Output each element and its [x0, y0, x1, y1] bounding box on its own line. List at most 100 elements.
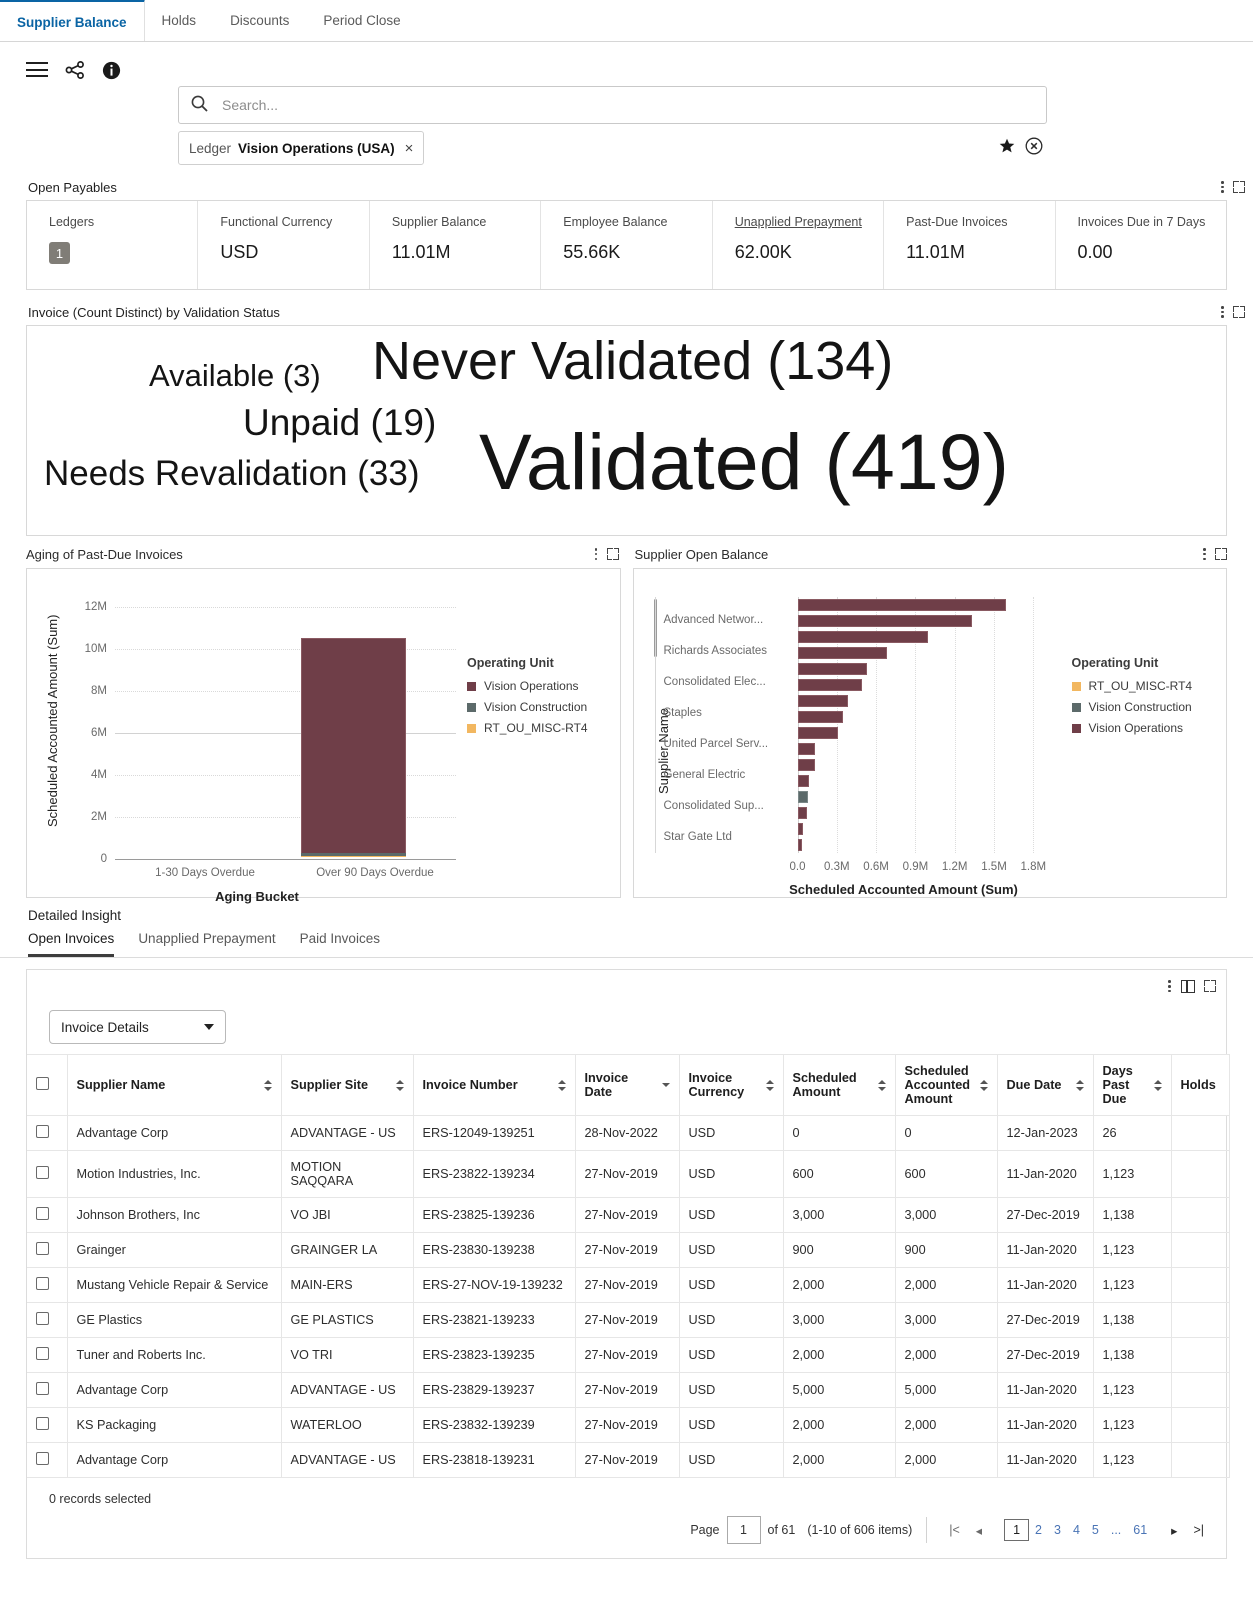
row-checkbox[interactable]	[36, 1417, 49, 1431]
word-unpaid[interactable]: Unpaid (19)	[243, 404, 436, 441]
more-options-icon[interactable]	[1221, 304, 1225, 320]
tab-open-invoices[interactable]: Open Invoices	[28, 931, 115, 958]
cell-scheduled-amount[interactable]: 0	[783, 1115, 896, 1152]
cell-supplier-site[interactable]: ADVANTAGE - US	[281, 1115, 414, 1152]
more-options-icon[interactable]	[1221, 179, 1225, 195]
word-needs-revalidation[interactable]: Needs Revalidation (33)	[44, 456, 419, 491]
table-row[interactable]: Tuner and Roberts Inc. VO TRI ERS-23823-…	[27, 1337, 1230, 1374]
split-view-icon[interactable]	[1181, 979, 1195, 993]
last-page-icon[interactable]: >|	[1185, 1523, 1212, 1537]
sort-icon[interactable]	[979, 1080, 988, 1091]
hbar-3[interactable]	[797, 631, 928, 644]
hbar-7[interactable]	[797, 695, 848, 708]
cell-supplier-name[interactable]: Motion Industries, Inc.	[67, 1150, 282, 1199]
header-invoice-number[interactable]: Invoice Number	[413, 1054, 576, 1117]
cell-invoice-currency[interactable]: USD	[679, 1302, 784, 1339]
row-checkbox[interactable]	[36, 1166, 49, 1180]
cell-supplier-name[interactable]: Johnson Brothers, Inc	[67, 1197, 282, 1234]
row-checkbox[interactable]	[36, 1125, 49, 1139]
tab-holds[interactable]: Holds	[145, 0, 214, 41]
header-days-past-due[interactable]: Days Past Due	[1093, 1054, 1172, 1117]
filter-chip-ledger[interactable]: Ledger Vision Operations (USA) ×	[178, 131, 425, 165]
cell-scheduled-amount[interactable]: 3,000	[783, 1197, 896, 1234]
cell-days-past-due[interactable]: 1,123	[1093, 1372, 1172, 1409]
legend-item-vision-construction[interactable]: Vision Construction	[467, 700, 588, 714]
cell-supplier-name[interactable]: Advantage Corp	[67, 1115, 282, 1152]
table-row[interactable]: Mustang Vehicle Repair & Service MAIN-ER…	[27, 1267, 1230, 1304]
kpi-label[interactable]: Unapplied Prepayment	[735, 215, 883, 229]
cell-days-past-due[interactable]: 1,138	[1093, 1197, 1172, 1234]
table-row[interactable]: Grainger GRAINGER LA ERS-23830-139238 27…	[27, 1232, 1230, 1269]
expand-icon[interactable]	[1204, 980, 1216, 993]
cell-invoice-number[interactable]: ERS-12049-139251	[413, 1115, 576, 1152]
legend-item-vision-construction[interactable]: Vision Construction	[1071, 700, 1193, 714]
hbar-2[interactable]	[797, 615, 973, 628]
tab-paid-invoices[interactable]: Paid Invoices	[300, 931, 380, 957]
tab-period-close[interactable]: Period Close	[306, 0, 417, 41]
cell-supplier-site[interactable]: ADVANTAGE - US	[281, 1372, 414, 1409]
view-selector-dropdown[interactable]: Invoice Details	[49, 1010, 226, 1045]
cell-invoice-currency[interactable]: USD	[679, 1372, 784, 1409]
cell-days-past-due[interactable]: 1,123	[1093, 1407, 1172, 1444]
sort-desc-icon[interactable]	[661, 1083, 670, 1088]
table-row[interactable]: Advantage Corp ADVANTAGE - US ERS-23829-…	[27, 1372, 1230, 1409]
cell-supplier-site[interactable]: VO TRI	[281, 1337, 414, 1374]
hbar-8[interactable]	[797, 711, 844, 724]
cell-days-past-due[interactable]: 1,123	[1093, 1150, 1172, 1199]
header-invoice-date[interactable]: Invoice Date	[575, 1054, 680, 1117]
sort-icon[interactable]	[263, 1080, 272, 1091]
cell-invoice-number[interactable]: ERS-23822-139234	[413, 1150, 576, 1199]
page-number-input[interactable]: 1	[726, 1516, 761, 1545]
cell-days-past-due[interactable]: 1,138	[1093, 1337, 1172, 1374]
cell-invoice-number[interactable]: ERS-27-NOV-19-139232	[413, 1267, 576, 1304]
row-checkbox[interactable]	[36, 1347, 49, 1361]
hbar-6[interactable]	[797, 679, 862, 692]
cell-invoice-currency[interactable]: USD	[679, 1407, 784, 1444]
cell-supplier-name[interactable]: Tuner and Roberts Inc.	[67, 1337, 282, 1374]
legend-item-rt-ou-misc[interactable]: RT_OU_MISC-RT4	[467, 721, 588, 735]
cell-invoice-number[interactable]: ERS-23823-139235	[413, 1337, 576, 1374]
page-1-button[interactable]: 1	[1004, 1519, 1030, 1542]
cell-invoice-number[interactable]: ERS-23818-139231	[413, 1442, 576, 1479]
close-icon[interactable]: ×	[405, 140, 414, 157]
cell-invoice-number[interactable]: ERS-23830-139238	[413, 1232, 576, 1269]
table-row[interactable]: KS Packaging WATERLOO ERS-23832-139239 2…	[27, 1407, 1230, 1444]
next-page-icon[interactable]: ▸	[1163, 1523, 1185, 1538]
hbar-5[interactable]	[797, 663, 867, 676]
cell-scheduled-amount[interactable]: 2,000	[783, 1407, 896, 1444]
table-row[interactable]: GE Plastics GE PLASTICS ERS-23821-139233…	[27, 1302, 1230, 1339]
page-2-button[interactable]: 2	[1029, 1523, 1048, 1537]
bar-rt-ou-misc[interactable]	[300, 856, 407, 858]
cell-invoice-number[interactable]: ERS-23821-139233	[413, 1302, 576, 1339]
header-supplier-name[interactable]: Supplier Name	[67, 1054, 282, 1117]
search-input[interactable]	[220, 96, 1034, 114]
cell-supplier-site[interactable]: MOTION SAQQARA	[281, 1150, 414, 1199]
sort-icon[interactable]	[557, 1080, 566, 1091]
table-row[interactable]: Motion Industries, Inc. MOTION SAQQARA E…	[27, 1150, 1230, 1199]
cell-supplier-site[interactable]: GE PLASTICS	[281, 1302, 414, 1339]
sort-icon[interactable]	[395, 1080, 404, 1091]
hbar-15[interactable]	[797, 823, 803, 836]
cell-invoice-currency[interactable]: USD	[679, 1337, 784, 1374]
hbar-13[interactable]	[797, 791, 809, 804]
tab-discounts[interactable]: Discounts	[213, 0, 306, 41]
table-row[interactable]: Johnson Brothers, Inc VO JBI ERS-23825-1…	[27, 1197, 1230, 1234]
cell-supplier-name[interactable]: KS Packaging	[67, 1407, 282, 1444]
hbar-1[interactable]	[797, 599, 1007, 612]
page-3-button[interactable]: 3	[1048, 1523, 1067, 1537]
cell-invoice-currency[interactable]: USD	[679, 1197, 784, 1234]
select-all-checkbox[interactable]	[36, 1077, 49, 1091]
header-due-date[interactable]: Due Date	[997, 1054, 1094, 1117]
table-row[interactable]: Advantage Corp ADVANTAGE - US ERS-12049-…	[27, 1115, 1230, 1152]
info-icon[interactable]	[102, 61, 121, 80]
cell-scheduled-amount[interactable]: 5,000	[783, 1372, 896, 1409]
row-checkbox[interactable]	[36, 1207, 49, 1221]
hbar-16[interactable]	[797, 839, 803, 852]
expand-icon[interactable]	[606, 548, 619, 561]
word-never-validated[interactable]: Never Validated (134)	[372, 334, 893, 388]
sort-icon[interactable]	[877, 1080, 886, 1091]
hamburger-icon[interactable]	[26, 62, 48, 78]
more-options-icon[interactable]	[1168, 978, 1172, 994]
hbar-4[interactable]	[797, 647, 887, 660]
cell-invoice-currency[interactable]: USD	[679, 1115, 784, 1152]
